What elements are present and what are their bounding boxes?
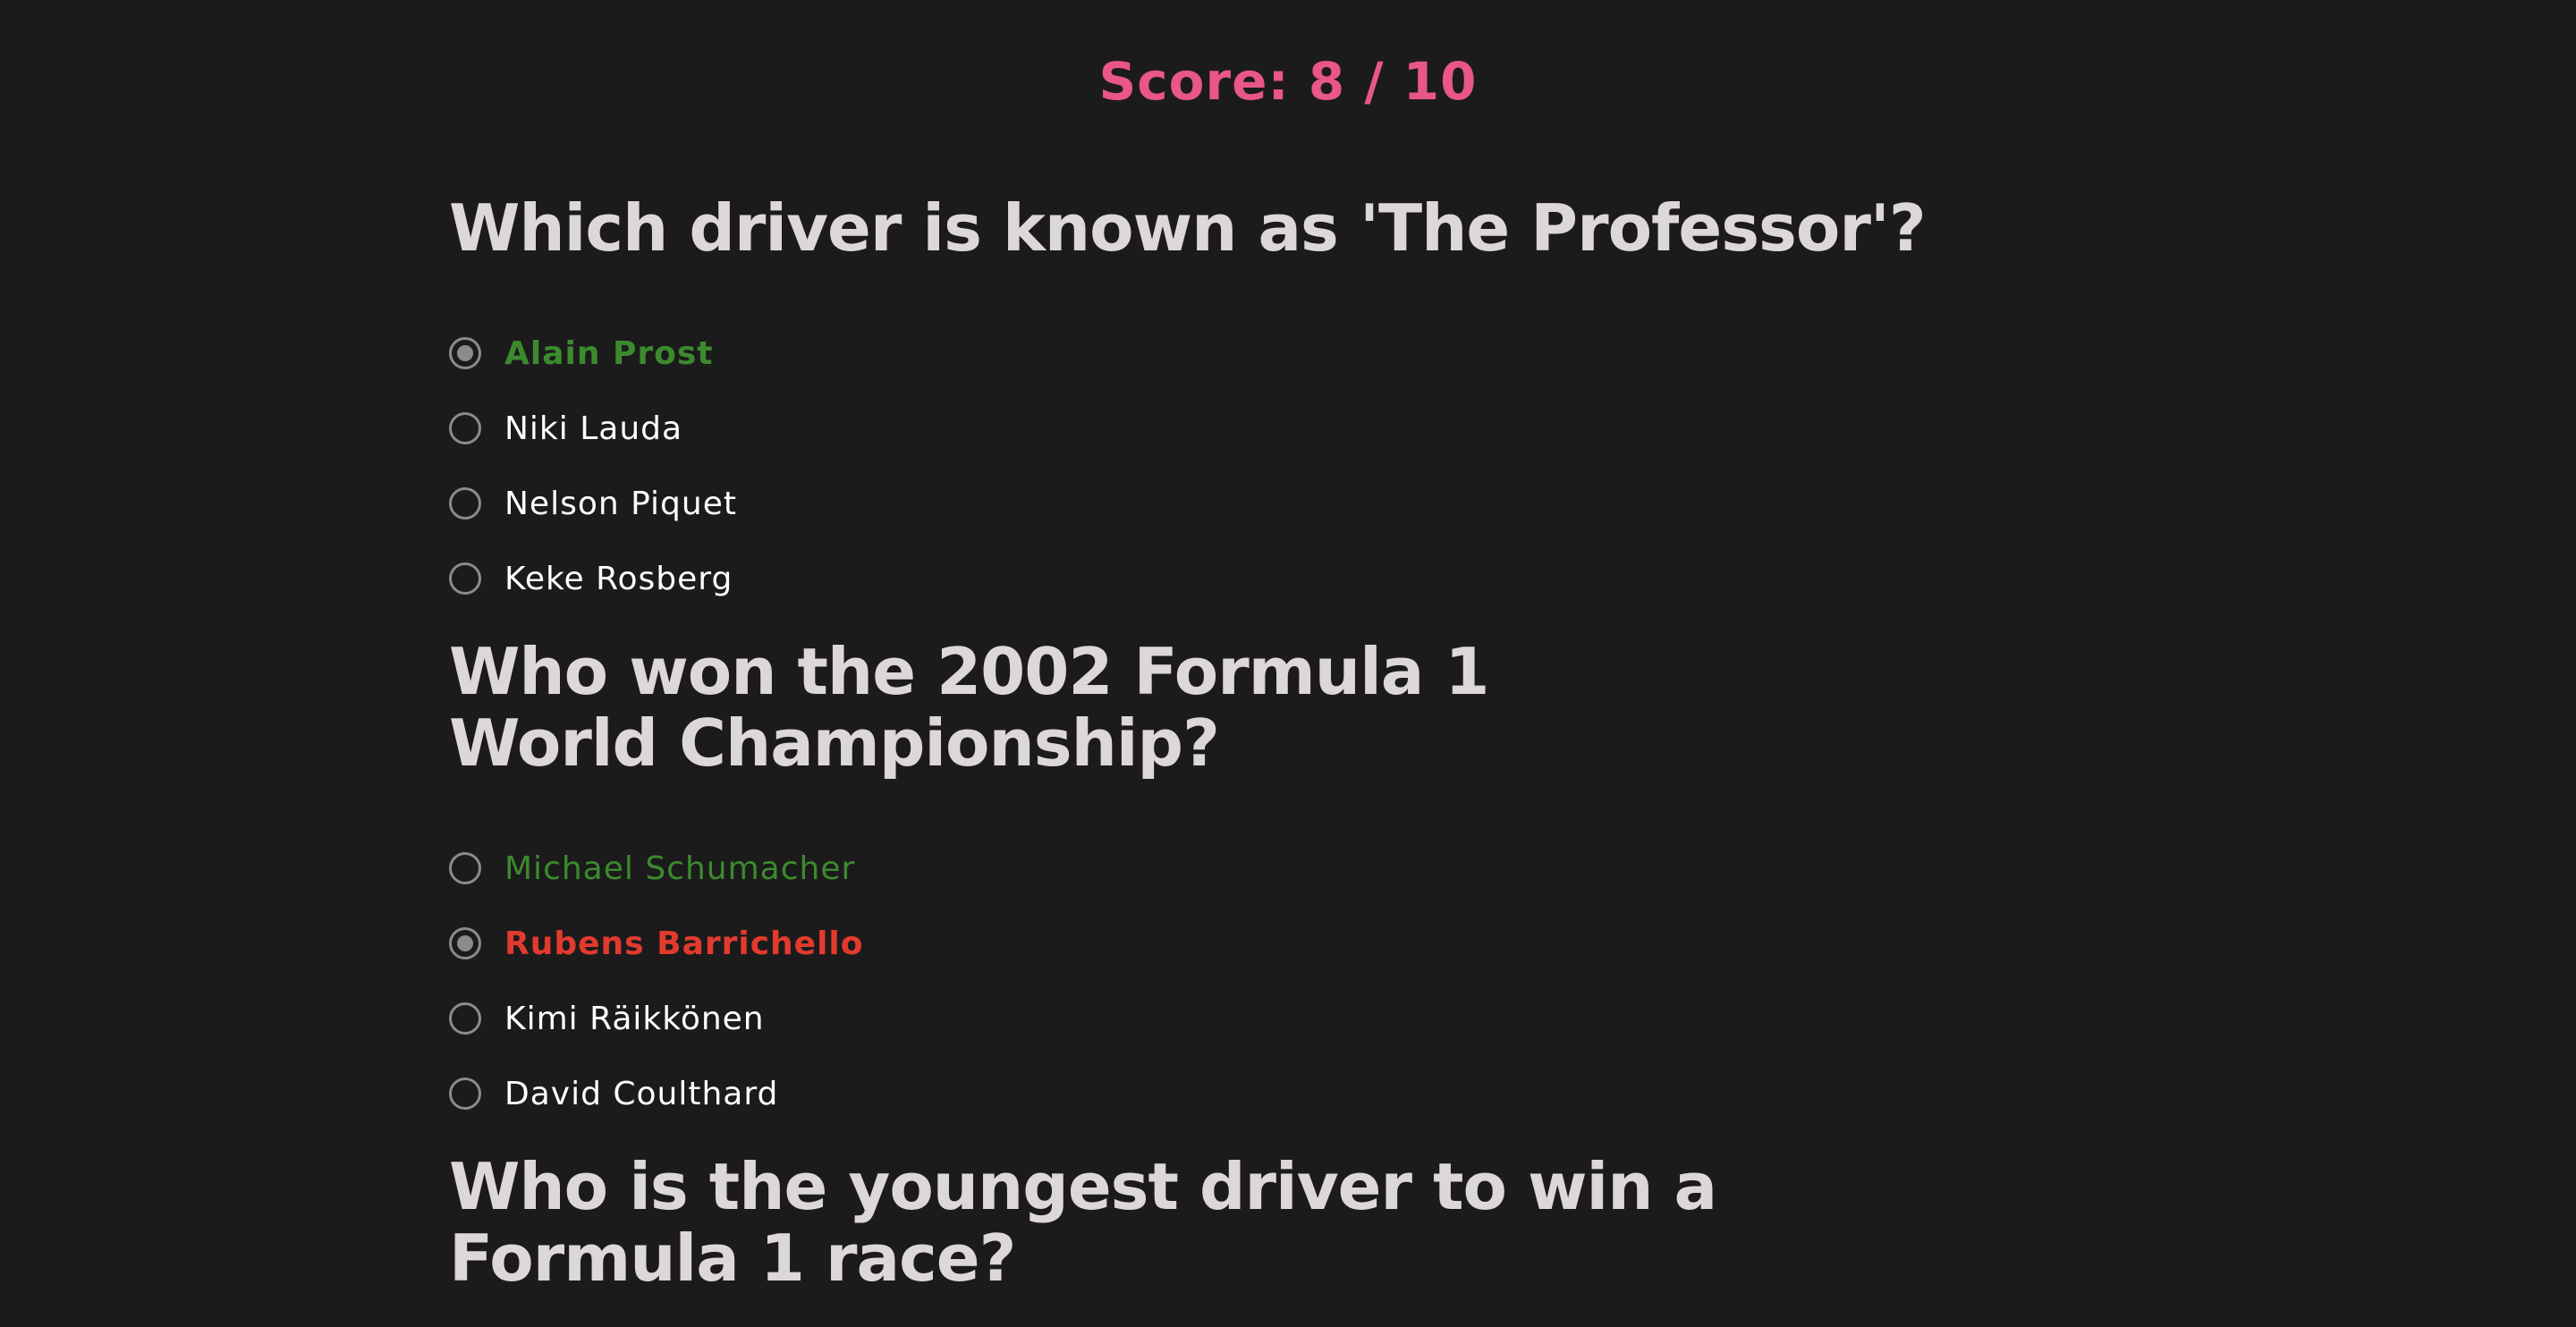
answer-options: Alain Prost Niki Lauda Nelson Piquet Kek… — [449, 316, 2023, 616]
radio-icon[interactable] — [449, 412, 481, 444]
answer-option[interactable]: Niki Lauda — [449, 391, 2023, 466]
answer-option[interactable]: Nelson Piquet — [449, 466, 2023, 541]
radio-icon[interactable] — [449, 487, 481, 520]
answer-label: Kimi Räikkönen — [504, 1000, 765, 1037]
answer-option[interactable]: Alain Prost — [449, 316, 2023, 391]
radio-selected-icon[interactable] — [449, 927, 481, 959]
answer-label: Nelson Piquet — [504, 485, 737, 522]
question-2: Who won the 2002 Formula 1 World Champio… — [449, 636, 2023, 1131]
answer-label-correct-selected: Alain Prost — [504, 334, 714, 372]
radio-icon[interactable] — [449, 562, 481, 595]
answer-option[interactable]: David Coulthard — [449, 1056, 2023, 1131]
question-title: Who won the 2002 Formula 1 World Champio… — [449, 634, 1490, 781]
answer-option[interactable]: Keke Rosberg — [449, 541, 2023, 616]
radio-icon[interactable] — [449, 1078, 481, 1110]
quiz-results-page: Score: 8 / 10 Which driver is known as '… — [0, 0, 2576, 1327]
radio-icon[interactable] — [449, 1002, 481, 1035]
question-3: Who is the youngest driver to win a Form… — [449, 1151, 2023, 1294]
answer-label: David Coulthard — [504, 1075, 779, 1112]
answer-option[interactable]: Kimi Räikkönen — [449, 981, 2023, 1056]
question-title: Who is the youngest driver to win a Form… — [449, 1149, 1717, 1296]
quiz-list: Which driver is known as 'The Professor'… — [449, 192, 2023, 1327]
answer-options: Michael Schumacher Rubens Barrichello Ki… — [449, 831, 2023, 1131]
radio-selected-icon[interactable] — [449, 337, 481, 369]
question-1: Which driver is known as 'The Professor'… — [449, 192, 2023, 616]
answer-option[interactable]: Rubens Barrichello — [449, 906, 2023, 981]
answer-label-wrong-selected: Rubens Barrichello — [504, 925, 864, 962]
answer-label: Keke Rosberg — [504, 560, 733, 597]
answer-option[interactable]: Michael Schumacher — [449, 831, 2023, 906]
score-display: Score: 8 / 10 — [1098, 51, 1478, 112]
question-title: Which driver is known as 'The Professor'… — [449, 190, 1927, 266]
answer-label-correct: Michael Schumacher — [504, 849, 856, 887]
answer-label: Niki Lauda — [504, 410, 683, 447]
radio-icon[interactable] — [449, 852, 481, 884]
